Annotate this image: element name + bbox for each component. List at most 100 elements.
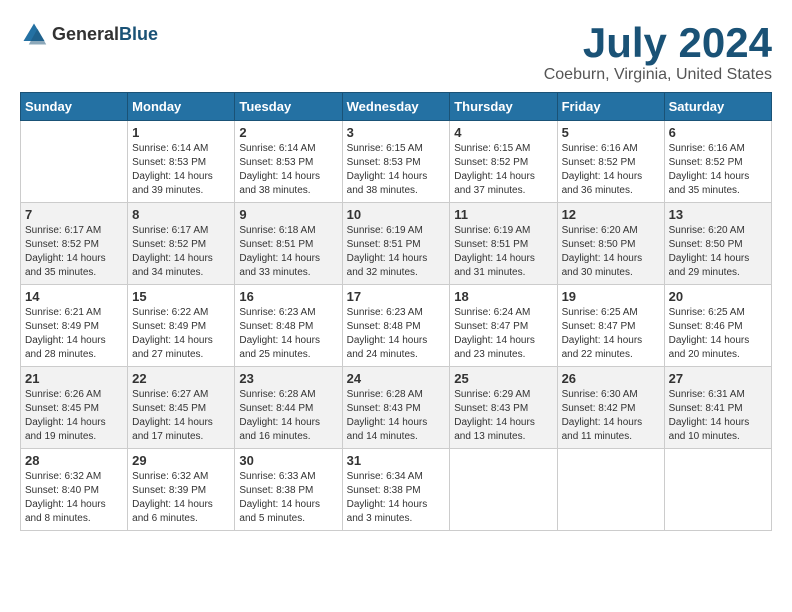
day-number: 14 xyxy=(25,289,123,304)
calendar-table: SundayMondayTuesdayWednesdayThursdayFrid… xyxy=(20,92,772,531)
day-info: Sunrise: 6:20 AMSunset: 8:50 PMDaylight:… xyxy=(669,224,767,280)
calendar-cell: 11 Sunrise: 6:19 AMSunset: 8:51 PMDayligh… xyxy=(450,203,557,285)
calendar-cell: 8 Sunrise: 6:17 AMSunset: 8:52 PMDaylight… xyxy=(128,203,235,285)
day-number: 3 xyxy=(347,125,446,140)
day-number: 4 xyxy=(454,125,552,140)
day-number: 31 xyxy=(347,453,446,468)
day-info: Sunrise: 6:26 AMSunset: 8:45 PMDaylight:… xyxy=(25,388,123,444)
calendar-week-row: 28 Sunrise: 6:32 AMSunset: 8:40 PMDayligh… xyxy=(21,449,772,531)
day-info: Sunrise: 6:21 AMSunset: 8:49 PMDaylight:… xyxy=(25,306,123,362)
calendar-cell: 2 Sunrise: 6:14 AMSunset: 8:53 PMDaylight… xyxy=(235,121,342,203)
day-number: 27 xyxy=(669,371,767,386)
calendar-cell: 29Sunrise: 6:32 AMSunset: 8:39 PMDayligh… xyxy=(128,449,235,531)
calendar-cell: 13 Sunrise: 6:20 AMSunset: 8:50 PMDayligh… xyxy=(664,203,771,285)
day-number: 7 xyxy=(25,207,123,222)
calendar-cell: 21 Sunrise: 6:26 AMSunset: 8:45 PMDayligh… xyxy=(21,367,128,449)
day-number: 6 xyxy=(669,125,767,140)
day-number: 10 xyxy=(347,207,446,222)
calendar-cell: 24 Sunrise: 6:28 AMSunset: 8:43 PMDayligh… xyxy=(342,367,450,449)
day-number: 19 xyxy=(562,289,660,304)
day-number: 29 xyxy=(132,453,230,468)
calendar-cell: 9 Sunrise: 6:18 AMSunset: 8:51 PMDaylight… xyxy=(235,203,342,285)
calendar-cell xyxy=(557,449,664,531)
calendar-cell: 20 Sunrise: 6:25 AMSunset: 8:46 PMDayligh… xyxy=(664,285,771,367)
calendar-week-row: 21 Sunrise: 6:26 AMSunset: 8:45 PMDayligh… xyxy=(21,367,772,449)
calendar-cell: 31 Sunrise: 6:34 AMSunset: 8:38 PMDayligh… xyxy=(342,449,450,531)
calendar-header-wednesday: Wednesday xyxy=(342,93,450,121)
calendar-cell: 4 Sunrise: 6:15 AMSunset: 8:52 PMDaylight… xyxy=(450,121,557,203)
day-number: 17 xyxy=(347,289,446,304)
day-info: Sunrise: 6:34 AMSunset: 8:38 PMDaylight:… xyxy=(347,470,446,526)
day-info: Sunrise: 6:24 AMSunset: 8:47 PMDaylight:… xyxy=(454,306,552,362)
day-info: Sunrise: 6:14 AMSunset: 8:53 PMDaylight:… xyxy=(239,142,337,198)
day-number: 28 xyxy=(25,453,123,468)
day-info: Sunrise: 6:19 AMSunset: 8:51 PMDaylight:… xyxy=(347,224,446,280)
day-info: Sunrise: 6:28 AMSunset: 8:44 PMDaylight:… xyxy=(239,388,337,444)
day-info: Sunrise: 6:23 AMSunset: 8:48 PMDaylight:… xyxy=(347,306,446,362)
day-info: Sunrise: 6:31 AMSunset: 8:41 PMDaylight:… xyxy=(669,388,767,444)
day-number: 8 xyxy=(132,207,230,222)
calendar-cell: 15 Sunrise: 6:22 AMSunset: 8:49 PMDayligh… xyxy=(128,285,235,367)
day-info: Sunrise: 6:25 AMSunset: 8:46 PMDaylight:… xyxy=(669,306,767,362)
calendar-header-friday: Friday xyxy=(557,93,664,121)
header: GeneralBlue July 2024 Coeburn, Virginia,… xyxy=(20,20,772,84)
calendar-cell xyxy=(21,121,128,203)
day-number: 24 xyxy=(347,371,446,386)
calendar-week-row: 14 Sunrise: 6:21 AMSunset: 8:49 PMDayligh… xyxy=(21,285,772,367)
day-info: Sunrise: 6:14 AMSunset: 8:53 PMDaylight:… xyxy=(132,142,230,198)
day-info: Sunrise: 6:32 AMSunset: 8:40 PMDaylight:… xyxy=(25,470,123,526)
calendar-header-thursday: Thursday xyxy=(450,93,557,121)
day-info: Sunrise: 6:20 AMSunset: 8:50 PMDaylight:… xyxy=(562,224,660,280)
logo-text-general: General xyxy=(52,24,119,44)
day-number: 23 xyxy=(239,371,337,386)
day-number: 21 xyxy=(25,371,123,386)
calendar-cell: 25 Sunrise: 6:29 AMSunset: 8:43 PMDayligh… xyxy=(450,367,557,449)
day-info: Sunrise: 6:25 AMSunset: 8:47 PMDaylight:… xyxy=(562,306,660,362)
day-info: Sunrise: 6:17 AMSunset: 8:52 PMDaylight:… xyxy=(132,224,230,280)
day-info: Sunrise: 6:18 AMSunset: 8:51 PMDaylight:… xyxy=(239,224,337,280)
calendar-cell: 23 Sunrise: 6:28 AMSunset: 8:44 PMDayligh… xyxy=(235,367,342,449)
day-info: Sunrise: 6:23 AMSunset: 8:48 PMDaylight:… xyxy=(239,306,337,362)
calendar-cell: 28 Sunrise: 6:32 AMSunset: 8:40 PMDayligh… xyxy=(21,449,128,531)
logo-icon xyxy=(20,20,48,48)
day-number: 20 xyxy=(669,289,767,304)
day-number: 1 xyxy=(132,125,230,140)
day-number: 13 xyxy=(669,207,767,222)
day-number: 25 xyxy=(454,371,552,386)
day-info: Sunrise: 6:22 AMSunset: 8:49 PMDaylight:… xyxy=(132,306,230,362)
calendar-cell: 3 Sunrise: 6:15 AMSunset: 8:53 PMDaylight… xyxy=(342,121,450,203)
day-info: Sunrise: 6:29 AMSunset: 8:43 PMDaylight:… xyxy=(454,388,552,444)
day-info: Sunrise: 6:30 AMSunset: 8:42 PMDaylight:… xyxy=(562,388,660,444)
calendar-cell: 16 Sunrise: 6:23 AMSunset: 8:48 PMDayligh… xyxy=(235,285,342,367)
day-number: 2 xyxy=(239,125,337,140)
day-info: Sunrise: 6:15 AMSunset: 8:52 PMDaylight:… xyxy=(454,142,552,198)
calendar-cell: 27 Sunrise: 6:31 AMSunset: 8:41 PMDayligh… xyxy=(664,367,771,449)
day-info: Sunrise: 6:19 AMSunset: 8:51 PMDaylight:… xyxy=(454,224,552,280)
day-number: 9 xyxy=(239,207,337,222)
calendar-cell: 18Sunrise: 6:24 AMSunset: 8:47 PMDayligh… xyxy=(450,285,557,367)
calendar-header-saturday: Saturday xyxy=(664,93,771,121)
calendar-cell: 5Sunrise: 6:16 AMSunset: 8:52 PMDaylight… xyxy=(557,121,664,203)
calendar-cell: 19 Sunrise: 6:25 AMSunset: 8:47 PMDayligh… xyxy=(557,285,664,367)
logo: GeneralBlue xyxy=(20,20,158,48)
day-number: 12 xyxy=(562,207,660,222)
day-number: 15 xyxy=(132,289,230,304)
calendar-week-row: 1 Sunrise: 6:14 AMSunset: 8:53 PMDaylight… xyxy=(21,121,772,203)
calendar-cell: 26 Sunrise: 6:30 AMSunset: 8:42 PMDayligh… xyxy=(557,367,664,449)
day-number: 22 xyxy=(132,371,230,386)
main-title: July 2024 xyxy=(544,20,772,66)
day-number: 16 xyxy=(239,289,337,304)
day-info: Sunrise: 6:16 AMSunset: 8:52 PMDaylight:… xyxy=(669,142,767,198)
day-info: Sunrise: 6:15 AMSunset: 8:53 PMDaylight:… xyxy=(347,142,446,198)
day-info: Sunrise: 6:27 AMSunset: 8:45 PMDaylight:… xyxy=(132,388,230,444)
calendar-week-row: 7 Sunrise: 6:17 AMSunset: 8:52 PMDaylight… xyxy=(21,203,772,285)
day-number: 26 xyxy=(562,371,660,386)
calendar-header-row: SundayMondayTuesdayWednesdayThursdayFrid… xyxy=(21,93,772,121)
day-info: Sunrise: 6:28 AMSunset: 8:43 PMDaylight:… xyxy=(347,388,446,444)
calendar-cell: 17 Sunrise: 6:23 AMSunset: 8:48 PMDayligh… xyxy=(342,285,450,367)
day-number: 11 xyxy=(454,207,552,222)
day-info: Sunrise: 6:16 AMSunset: 8:52 PMDaylight:… xyxy=(562,142,660,198)
subtitle: Coeburn, Virginia, United States xyxy=(544,66,772,84)
calendar-header-monday: Monday xyxy=(128,93,235,121)
day-info: Sunrise: 6:17 AMSunset: 8:52 PMDaylight:… xyxy=(25,224,123,280)
